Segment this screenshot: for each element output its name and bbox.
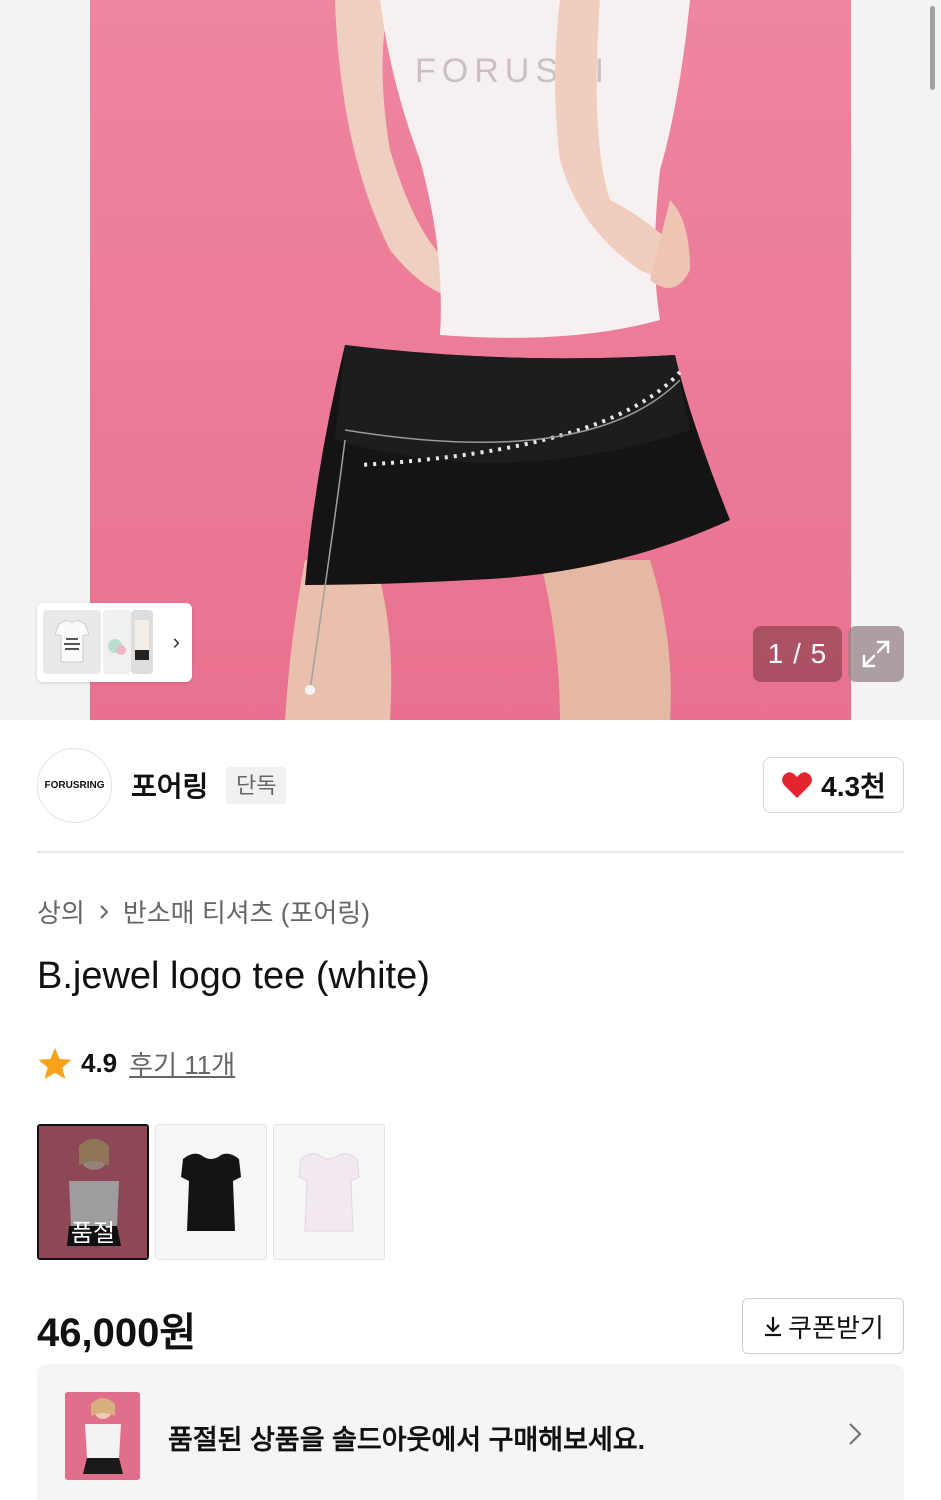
download-icon <box>765 1317 782 1337</box>
image-page-counter: 1 / 5 <box>753 626 842 682</box>
product-image-gallery[interactable]: FORUSRI › 1 / 5 <box>0 0 941 720</box>
thumbnail-image[interactable] <box>43 610 101 674</box>
chevron-right-icon[interactable] <box>846 1420 864 1448</box>
exclusive-badge: 단독 <box>226 767 287 804</box>
tshirt-thumbnail-icon <box>54 619 90 663</box>
banner-product-image <box>65 1392 140 1480</box>
rating-value: 4.9 <box>81 1048 118 1078</box>
like-button[interactable]: 4.3천 <box>763 757 904 813</box>
thumbnail-image[interactable] <box>103 610 131 674</box>
star-icon <box>38 1047 72 1079</box>
model-banner-image <box>65 1392 140 1480</box>
banner-text: 품절된 상품을 솔드아웃에서 구매해보세요. <box>168 1425 646 1455</box>
chevron-right-icon[interactable]: › <box>173 629 180 655</box>
option-white[interactable] <box>273 1124 385 1260</box>
black-tshirt-icon <box>181 1153 241 1231</box>
brand-logo[interactable]: FORUSRING <box>37 748 112 823</box>
option-white-photo[interactable]: 품절 <box>37 1124 149 1260</box>
thumbnail-strip[interactable]: › <box>37 603 192 682</box>
product-thumbnail-icon <box>108 639 126 655</box>
color-options: 품절 <box>37 1124 385 1260</box>
thumbnail-image[interactable] <box>131 610 153 674</box>
main-product-photo[interactable]: FORUSRI <box>90 0 851 720</box>
heart-icon <box>782 772 813 798</box>
brand-logo-text: FORUSRING <box>44 780 105 791</box>
soldout-label: 품절 <box>70 1220 116 1247</box>
review-count-link[interactable]: 후기 11개 <box>129 1045 235 1082</box>
coupon-label: 쿠폰받기 <box>788 1312 884 1343</box>
chevron-right-icon <box>100 904 109 919</box>
breadcrumb-item-top[interactable]: 상의 <box>37 893 85 930</box>
like-count: 4.3천 <box>821 771 886 802</box>
page-scrollbar[interactable] <box>930 6 935 90</box>
soldout-market-banner[interactable]: 품절된 상품을 솔드아웃에서 구매해보세요. <box>37 1364 904 1500</box>
section-divider <box>37 851 904 853</box>
option-black[interactable] <box>155 1124 267 1260</box>
rating-row: 4.9 후기 11개 <box>37 1045 235 1082</box>
fullscreen-button[interactable] <box>848 626 904 682</box>
breadcrumb: 상의 반소매 티셔츠 (포어링) <box>37 893 370 930</box>
product-price: 46,000원 <box>37 1311 197 1355</box>
product-title: B.jewel logo tee (white) <box>37 955 430 997</box>
model-thumbnail-icon <box>135 620 149 660</box>
breadcrumb-item-category[interactable]: 반소매 티셔츠 (포어링) <box>123 893 370 930</box>
model-illustration: FORUSRI <box>285 0 730 720</box>
white-tshirt-icon <box>298 1153 360 1232</box>
soldout-overlay: 품절 <box>39 1126 147 1258</box>
expand-icon <box>862 640 890 668</box>
brand-name[interactable]: 포어링 <box>131 765 208 805</box>
get-coupon-button[interactable]: 쿠폰받기 <box>742 1298 904 1354</box>
